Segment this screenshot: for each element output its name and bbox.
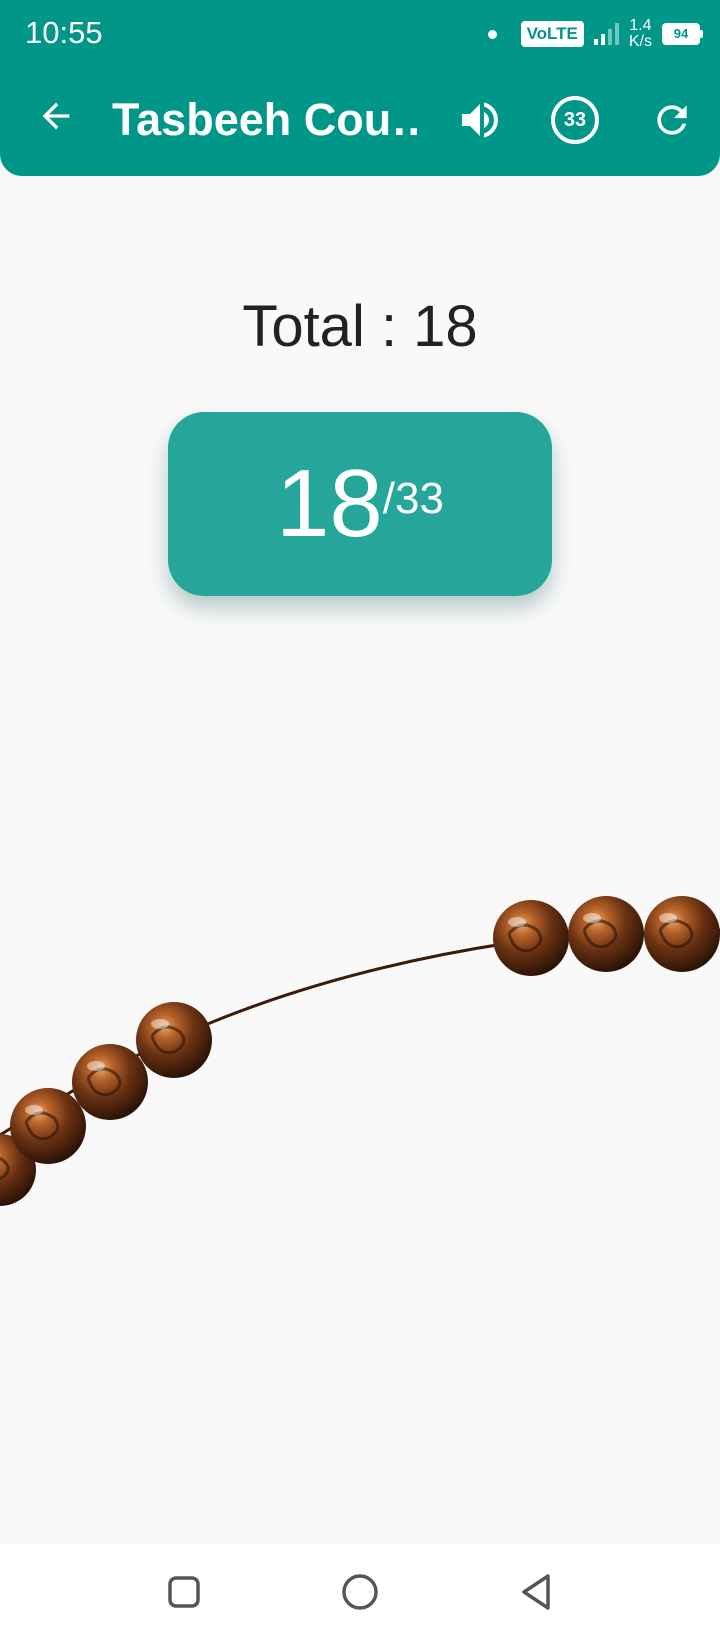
network-speed-unit: K/s bbox=[628, 33, 652, 50]
bead bbox=[644, 896, 720, 972]
volte-badge: VoLTE bbox=[520, 21, 584, 47]
set-target-button[interactable]: 33 bbox=[545, 90, 605, 150]
status-icons: VoLTE 1.4 K/s 94 bbox=[487, 16, 703, 52]
bead bbox=[493, 900, 569, 976]
bead bbox=[72, 1044, 148, 1120]
network-speed: 1.4 K/s bbox=[629, 18, 652, 50]
refresh-icon bbox=[657, 105, 687, 135]
bead bbox=[10, 1088, 86, 1164]
status-time: 10:55 bbox=[25, 15, 103, 50]
home-button[interactable] bbox=[334, 1566, 386, 1618]
reset-button[interactable] bbox=[642, 90, 702, 150]
prayer-beads-string[interactable] bbox=[0, 860, 720, 1220]
app-bar: 10:55 VoLTE 1.4 K/s 94 Tasbeeh Cou… 33 bbox=[0, 0, 720, 176]
back-button[interactable] bbox=[30, 90, 82, 142]
total-count-label: Total : 18 bbox=[242, 294, 478, 359]
target-badge-value: 33 bbox=[563, 108, 587, 131]
recents-button[interactable] bbox=[158, 1566, 210, 1618]
sound-toggle-button[interactable] bbox=[450, 90, 510, 150]
bead bbox=[568, 896, 644, 972]
battery-icon: 94 bbox=[662, 23, 703, 45]
target-count: /33 bbox=[382, 474, 444, 523]
target-count-icon: 33 bbox=[551, 96, 599, 144]
bead bbox=[136, 1002, 212, 1078]
system-back-button[interactable] bbox=[510, 1566, 562, 1618]
signal-icon bbox=[593, 23, 619, 45]
current-count: 18 bbox=[276, 450, 383, 557]
volume-icon bbox=[462, 102, 498, 138]
home-circle-icon bbox=[342, 1574, 378, 1610]
network-speed-value: 1.4 bbox=[629, 17, 652, 34]
recents-square-icon bbox=[168, 1576, 200, 1608]
back-arrow-icon bbox=[42, 102, 70, 130]
battery-level: 94 bbox=[673, 26, 689, 41]
back-triangle-icon bbox=[522, 1574, 550, 1610]
system-nav-bar bbox=[0, 1544, 720, 1640]
app-title: Tasbeeh Cou… bbox=[112, 94, 422, 145]
notification-dot-icon bbox=[487, 29, 497, 39]
counter-display[interactable]: 18 /33 bbox=[168, 412, 552, 596]
